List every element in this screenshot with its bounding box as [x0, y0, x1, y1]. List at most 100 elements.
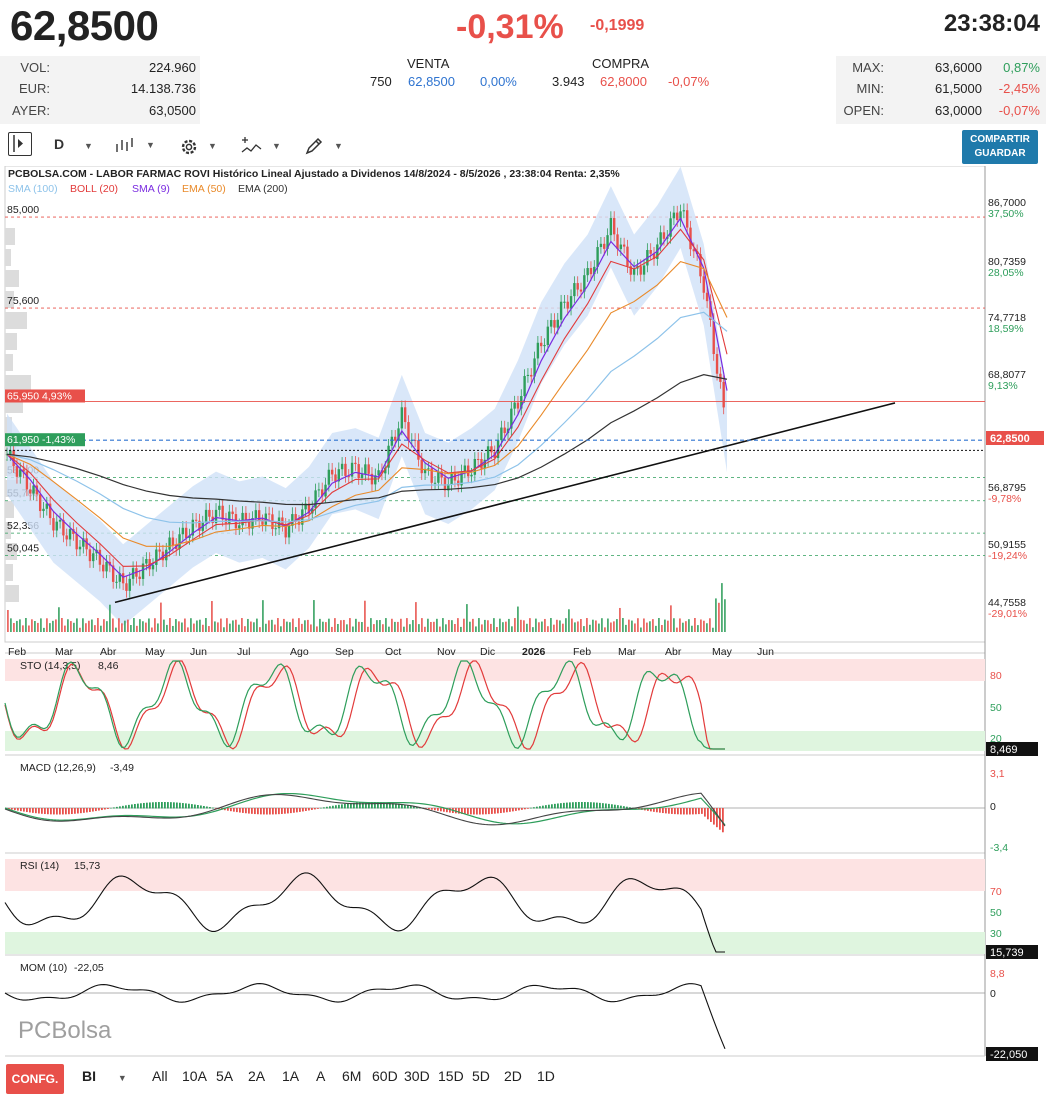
macd-histogram-bar	[227, 808, 229, 811]
volume-bar	[496, 627, 498, 632]
mode-selector[interactable]: BI ▼	[82, 1068, 127, 1084]
venta-pct: 0,00%	[480, 74, 517, 89]
range-button-5a[interactable]: 5A	[216, 1068, 233, 1084]
volume-profile-bar	[5, 585, 19, 602]
range-button-all[interactable]: All	[152, 1068, 168, 1084]
settings-selector[interactable]: ▼	[178, 136, 217, 160]
macd-histogram-bar	[599, 802, 601, 809]
candle-body	[463, 465, 467, 472]
candle-body	[563, 301, 566, 303]
volume-bar	[274, 624, 276, 632]
period-selector[interactable]: D ▼	[54, 136, 93, 160]
level-tag-upper: 65,950 4,93%	[7, 390, 72, 402]
volume-bar	[364, 600, 366, 632]
candle-body	[42, 508, 45, 512]
volume-bar	[208, 626, 210, 632]
candle-body	[65, 535, 68, 540]
macd-histogram-bar	[716, 808, 718, 828]
volume-bar	[196, 620, 198, 632]
macd-histogram-bar	[65, 808, 67, 815]
candle-body	[530, 374, 533, 377]
volume-bar	[205, 618, 207, 632]
drawing-tools-selector[interactable]: ▼	[304, 136, 343, 160]
candle-body	[151, 564, 155, 570]
chart-toolbar: D ▼ ▼ ▼ ▼ ▼	[0, 130, 1048, 166]
macd-histogram-bar	[428, 808, 430, 810]
macd-histogram-bar	[305, 808, 307, 811]
chart-canvas[interactable]: PCBOLSA.COM - LABOR FARMAC ROVI Históric…	[0, 165, 1048, 1062]
volume-bar	[16, 620, 18, 632]
macd-histogram-bar	[587, 802, 589, 809]
x-axis-label: Mar	[618, 646, 637, 658]
macd-histogram-bar	[296, 808, 298, 813]
macd-histogram-bar	[260, 808, 262, 815]
macd-histogram-bar	[569, 802, 571, 809]
macd-histogram-bar	[692, 808, 694, 815]
volume-bar	[625, 624, 627, 632]
bottom-toolbar: CONFG. BI ▼ All 10A 5A 2A 1A A 6M 60D 30D 15D 5D 2D…	[0, 1062, 1048, 1100]
macd-histogram-bar	[548, 804, 550, 809]
macd-histogram-bar	[20, 808, 22, 812]
overbought-band	[5, 659, 985, 681]
candle-body	[457, 480, 460, 486]
range-button-15d[interactable]: 15D	[438, 1068, 464, 1084]
share-save-button[interactable]: COMPARTIR GUARDAR	[962, 130, 1038, 164]
macd-histogram-bar	[623, 806, 625, 809]
macd-histogram-bar	[131, 804, 133, 809]
volume-bar	[433, 621, 435, 632]
candle-body	[394, 436, 397, 441]
range-button-5d[interactable]: 5D	[472, 1068, 490, 1084]
x-axis-label: Abr	[665, 646, 682, 658]
macd-histogram-bar	[293, 808, 295, 813]
candle-body	[543, 344, 546, 347]
level-label: 85,000	[7, 204, 39, 216]
volume-bar	[202, 624, 204, 632]
volume-bar	[457, 618, 459, 632]
candle-body	[556, 319, 559, 328]
volume-bar	[631, 620, 633, 632]
candle-body	[616, 234, 619, 250]
macd-histogram-bar	[698, 808, 700, 815]
volume-bar	[568, 609, 570, 632]
range-button-a[interactable]: A	[316, 1068, 325, 1084]
range-button-1a[interactable]: 1A	[282, 1068, 299, 1084]
sidebar-toggle-button[interactable]	[8, 132, 32, 156]
range-button-1d[interactable]: 1D	[537, 1068, 555, 1084]
volume-bar	[175, 619, 177, 632]
candle-body	[168, 537, 171, 550]
candle-body	[553, 320, 556, 328]
range-button-30d[interactable]: 30D	[404, 1068, 430, 1084]
macd-histogram-bar	[281, 808, 283, 814]
candle-body	[360, 474, 364, 479]
config-button[interactable]: CONFG.	[6, 1064, 64, 1094]
candle-body	[267, 513, 271, 515]
x-axis-label: Jun	[190, 646, 207, 658]
stat-pct: -2,45%	[998, 81, 1040, 96]
range-button-2d[interactable]: 2D	[504, 1068, 522, 1084]
macd-histogram-bar	[137, 803, 139, 809]
volume-bar	[454, 624, 456, 632]
macd-histogram-bar	[272, 808, 274, 815]
volume-bar	[46, 618, 48, 632]
volume-bar	[637, 618, 639, 632]
candle-body	[642, 265, 646, 275]
range-button-2a[interactable]: 2A	[248, 1068, 265, 1084]
range-button-10a[interactable]: 10A	[182, 1068, 207, 1084]
indicators-selector[interactable]: ▼	[240, 136, 281, 160]
range-button-6m[interactable]: 6M	[342, 1068, 361, 1084]
macd-histogram-bar	[44, 808, 46, 815]
candle-body	[662, 232, 666, 239]
macd-histogram-bar	[200, 805, 202, 809]
candle-body	[450, 472, 453, 485]
chart-type-selector[interactable]: ▼	[114, 136, 155, 160]
indicator-axis-label: 8,8	[990, 968, 1005, 980]
macd-histogram-bar	[104, 808, 106, 810]
volume-bar	[592, 619, 594, 632]
chart-area[interactable]: PCBOLSA.COM - LABOR FARMAC ROVI Históric…	[0, 165, 1048, 1062]
volume-bar	[226, 618, 228, 632]
macd-histogram-bar	[80, 808, 82, 814]
volume-bar	[70, 621, 72, 632]
volume-bar	[670, 605, 672, 632]
range-button-60d[interactable]: 60D	[372, 1068, 398, 1084]
volume-bar	[382, 624, 384, 632]
